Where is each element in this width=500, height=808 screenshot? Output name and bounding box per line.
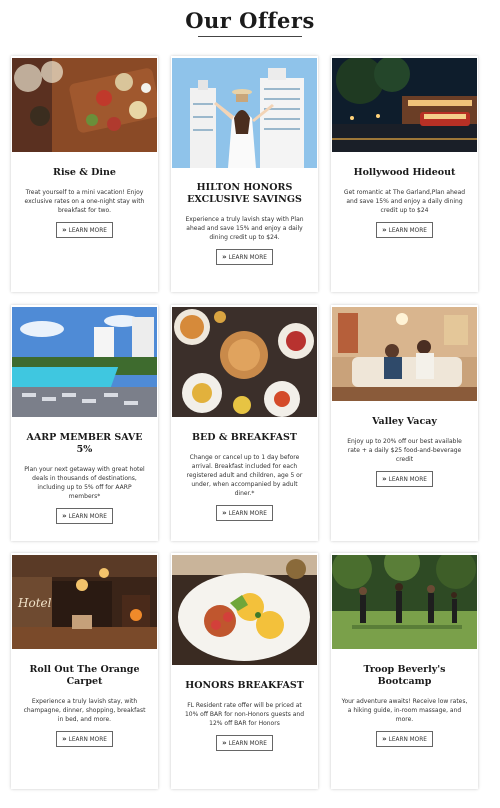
double-chevron-right-icon: » [222,253,227,261]
double-chevron-right-icon: » [382,226,387,234]
offer-title: Hollywood Hideout [353,167,456,178]
offer-image-hotel-lobby[interactable]: Hotel [12,555,157,649]
offer-description: Treat yourself to a mini vacation! Enjoy… [24,189,145,214]
page-header: Our Offers [0,8,500,37]
svg-text:Hotel: Hotel [17,596,52,610]
learn-more-button[interactable]: » LEARN MORE [216,505,273,521]
double-chevron-right-icon: » [62,226,67,234]
double-chevron-right-icon: » [62,735,67,743]
double-chevron-right-icon: » [382,735,387,743]
offer-title: Troop Beverly's Bootcamp [363,664,446,687]
offer-image-hotel-room[interactable] [332,307,477,401]
title-underline [198,36,302,37]
offer-image-outdoor-workout[interactable] [332,555,477,649]
offer-image-beach-hotel[interactable] [172,58,317,168]
offer-card-hollywood-hideout: Hollywood Hideout Get romantic at The Ga… [331,56,478,292]
offer-card-valley-vacay: Valley Vacay Enjoy up to 20% off our bes… [331,305,478,541]
learn-more-button[interactable]: » LEARN MORE [216,249,273,265]
offer-card-hilton-honors: HILTON HONORS EXCLUSIVE SAVINGS Experien… [171,56,318,292]
offer-description: Your adventure awaits! Receive low rates… [341,698,468,723]
offer-title: AARP MEMBER SAVE 5% [26,432,143,455]
double-chevron-right-icon: » [382,475,387,483]
double-chevron-right-icon: » [222,509,227,517]
learn-more-button[interactable]: » LEARN MORE [376,731,433,747]
learn-more-button[interactable]: » LEARN MORE [376,222,433,238]
offer-image-breakfast-spread[interactable] [172,307,317,417]
double-chevron-right-icon: » [62,512,67,520]
offer-description: Experience a truly lavish stay with Plan… [185,216,304,241]
learn-more-button[interactable]: » LEARN MORE [56,508,113,524]
page-title: Our Offers [185,8,315,33]
offer-card-rise-dine: Rise & Dine Treat yourself to a mini vac… [11,56,158,292]
offer-title: BED & BREAKFAST [192,432,297,443]
offer-title: Roll Out The Orange Carpet [29,664,140,687]
offer-image-charcuterie[interactable] [12,58,157,152]
learn-more-button[interactable]: » LEARN MORE [56,731,113,747]
offer-description: Experience a truly lavish stay, with cha… [23,698,146,723]
double-chevron-right-icon: » [222,739,227,747]
offer-card-orange-carpet: Hotel Roll Out The Orange Carpet Experie… [11,553,158,789]
offer-card-honors-breakfast: HONORS BREAKFAST FL Resident rate offer … [171,553,318,789]
offer-card-troop-bootcamp: Troop Beverly's Bootcamp Your adventure … [331,553,478,789]
offer-description: Enjoy up to 20% off our best available r… [347,438,462,463]
offer-image-eggs-benedict[interactable] [172,555,317,665]
offer-image-rooftop-pool[interactable] [12,307,157,417]
learn-more-button[interactable]: » LEARN MORE [376,471,433,487]
offer-description: Plan your next getaway with great hotel … [24,466,145,500]
offer-title: HONORS BREAKFAST [185,680,304,691]
learn-more-button[interactable]: » LEARN MORE [56,222,113,238]
offer-description: Get romantic at The Garland,Plan ahead a… [343,189,466,214]
offer-card-bed-breakfast: BED & BREAKFAST Change or cancel up to 1… [171,305,318,541]
learn-more-button[interactable]: » LEARN MORE [216,735,273,751]
offer-card-aarp: AARP MEMBER SAVE 5% Plan your next getaw… [11,305,158,541]
offer-description: FL Resident rate offer will be priced at… [184,702,305,727]
offer-title: HILTON HONORS EXCLUSIVE SAVINGS [187,182,302,205]
offer-image-night-street[interactable] [332,58,477,152]
offer-title: Valley Vacay [372,416,437,427]
offer-description: Change or cancel up to 1 day before arri… [186,454,303,497]
offer-title: Rise & Dine [53,167,116,178]
